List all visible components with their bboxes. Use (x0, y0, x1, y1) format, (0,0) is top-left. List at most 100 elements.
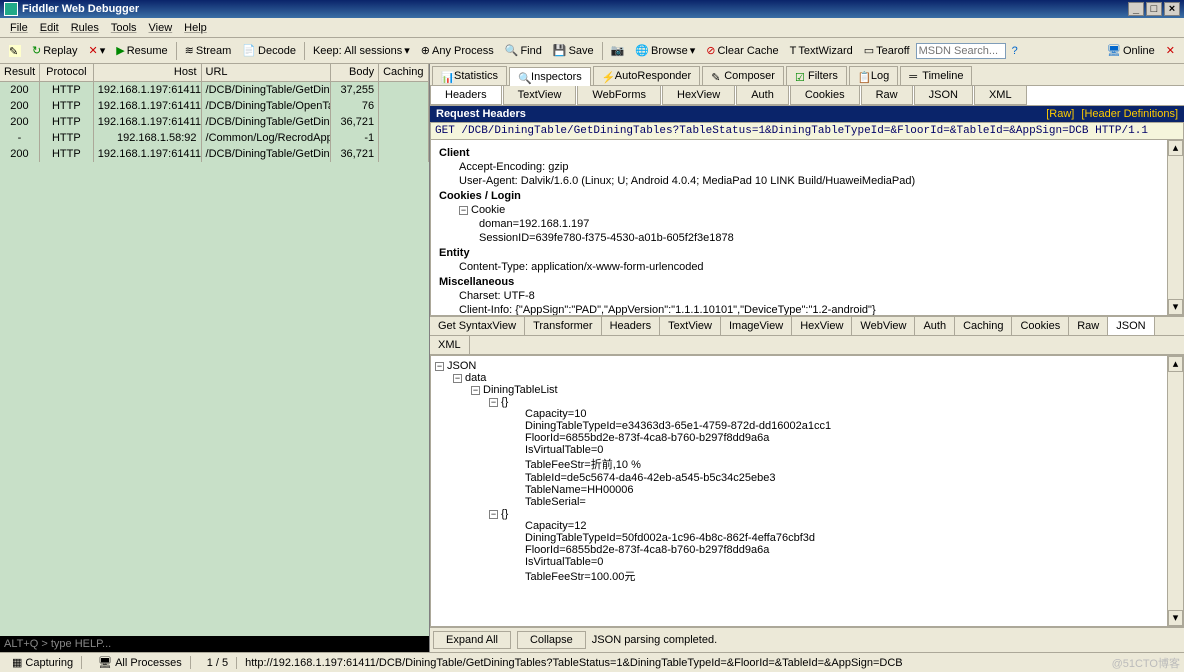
browse-button[interactable]: 🌐Browse ▾ (630, 41, 700, 60)
session-row[interactable]: 200HTTP192.168.1.197:61411/DCB/DiningTab… (0, 146, 429, 162)
col-host[interactable]: Host (94, 64, 202, 81)
session-row[interactable]: 200HTTP192.168.1.197:61411/DCB/DiningTab… (0, 114, 429, 130)
expand-all-button[interactable]: Expand All (433, 631, 511, 649)
comment-button[interactable]: ✎ (4, 42, 26, 60)
reqtab-auth[interactable]: Auth (736, 86, 789, 105)
json-leaf[interactable]: FloorId=6855bd2e-873f-4ca8-b760-b297f8dd… (435, 544, 1179, 556)
resptab-hexview[interactable]: HexView (792, 317, 852, 335)
collapse-button[interactable]: Collapse (517, 631, 586, 649)
save-button[interactable]: 💾Save (548, 41, 599, 60)
decode-button[interactable]: 📄Decode (237, 41, 301, 60)
menu-file[interactable]: File (4, 20, 34, 36)
resptab-headers[interactable]: Headers (602, 317, 661, 335)
col-protocol[interactable]: Protocol (40, 64, 94, 81)
screenshot-button[interactable]: 📷 (606, 41, 630, 60)
scroll-down-icon[interactable]: ▾ (1168, 610, 1183, 626)
scroll-up-icon[interactable]: ▴ (1168, 140, 1183, 156)
reqtab-cookies[interactable]: Cookies (790, 86, 860, 105)
json-list[interactable]: −DiningTableList (435, 384, 1179, 396)
resptab-syntax[interactable]: Get SyntaxView (430, 317, 525, 335)
col-body[interactable]: Body (331, 64, 379, 81)
session-row[interactable]: 200HTTP192.168.1.197:61411/DCB/DiningTab… (0, 82, 429, 98)
header-accept[interactable]: Accept-Encoding: gzip (439, 161, 1175, 173)
online-indicator[interactable]: 🖥Online (1102, 41, 1160, 60)
resptab-webview[interactable]: WebView (852, 317, 915, 335)
header-cookie[interactable]: −Cookie (439, 204, 1175, 216)
json-leaf[interactable]: TableFeeStr=100.00元 (435, 568, 1179, 584)
scrollbar[interactable]: ▴▾ (1167, 356, 1183, 626)
capturing-indicator[interactable]: ▦Capturing (4, 656, 82, 669)
resptab-cookies[interactable]: Cookies (1012, 317, 1069, 335)
maximize-button[interactable]: □ (1146, 2, 1162, 16)
tearoff-button[interactable]: ▭Tearoff (859, 41, 915, 60)
json-leaf[interactable]: DiningTableTypeId=e34363d3-65e1-4759-872… (435, 420, 1179, 432)
stream-button[interactable]: ≋Stream (180, 41, 237, 60)
reqtab-raw[interactable]: Raw (861, 86, 913, 105)
json-leaf[interactable]: TableId=de5c5674-da46-42eb-a545-b5c34c25… (435, 472, 1179, 484)
col-url[interactable]: URL (202, 64, 332, 81)
resptab-xml[interactable]: XML (430, 336, 470, 354)
tab-filters[interactable]: ☑Filters (786, 66, 847, 85)
resptab-raw[interactable]: Raw (1069, 317, 1108, 335)
expand-icon[interactable]: − (489, 510, 498, 519)
help-button[interactable]: ? (1007, 42, 1023, 60)
tab-autoresponder[interactable]: ⚡AutoResponder (593, 66, 700, 85)
process-filter[interactable]: 🖥All Processes (90, 656, 191, 669)
resume-button[interactable]: ▶Resume (111, 41, 172, 60)
json-leaf[interactable]: TableName=HH00006 (435, 484, 1179, 496)
json-tree[interactable]: −JSON −data −DiningTableList −{} Capacit… (430, 355, 1184, 627)
resptab-caching[interactable]: Caching (955, 317, 1012, 335)
header-tree[interactable]: Client Accept-Encoding: gzip User-Agent:… (430, 140, 1184, 316)
col-result[interactable]: Result (0, 64, 40, 81)
scroll-down-icon[interactable]: ▾ (1168, 299, 1183, 315)
reqtab-headers[interactable]: Headers (430, 86, 502, 105)
json-item[interactable]: −{} (435, 508, 1179, 520)
reqtab-textview[interactable]: TextView (503, 86, 577, 105)
json-leaf[interactable]: TableSerial= (435, 496, 1179, 508)
replay-button[interactable]: ↻Replay (27, 41, 82, 60)
close-toolbar-button[interactable]: ✕ (1161, 41, 1180, 60)
json-item[interactable]: −{} (435, 396, 1179, 408)
textwizard-button[interactable]: TTextWizard (785, 42, 858, 60)
quickexec-hint[interactable]: ALT+Q > type HELP... (0, 636, 429, 652)
json-leaf[interactable]: IsVirtualTable=0 (435, 556, 1179, 568)
header-ctype[interactable]: Content-Type: application/x-www-form-url… (439, 261, 1175, 273)
resptab-transformer[interactable]: Transformer (525, 317, 602, 335)
raw-link[interactable]: [Raw] (1046, 108, 1074, 120)
expand-icon[interactable]: − (435, 362, 444, 371)
json-leaf[interactable]: TableFeeStr=折前,10 % (435, 456, 1179, 472)
expand-icon[interactable]: − (471, 386, 480, 395)
resptab-textview[interactable]: TextView (660, 317, 721, 335)
any-process-button[interactable]: ⊕Any Process (416, 41, 499, 60)
reqtab-xml[interactable]: XML (974, 86, 1027, 105)
remove-button[interactable]: ✕▾ (83, 41, 110, 60)
search-input[interactable] (916, 43, 1006, 59)
scrollbar[interactable]: ▴▾ (1167, 140, 1183, 315)
tab-log[interactable]: 📋Log (849, 66, 898, 85)
expand-icon[interactable]: − (459, 206, 468, 215)
close-button[interactable]: × (1164, 2, 1180, 16)
menu-rules[interactable]: Rules (65, 20, 105, 36)
json-leaf[interactable]: IsVirtualTable=0 (435, 444, 1179, 456)
json-leaf[interactable]: DiningTableTypeId=50fd002a-1c96-4b8c-862… (435, 532, 1179, 544)
session-row[interactable]: -HTTP192.168.1.58:92/Common/Log/RecrodAp… (0, 130, 429, 146)
menu-help[interactable]: Help (178, 20, 213, 36)
tab-composer[interactable]: ✎Composer (702, 66, 784, 85)
header-charset[interactable]: Charset: UTF-8 (439, 290, 1175, 302)
resptab-imageview[interactable]: ImageView (721, 317, 792, 335)
session-row[interactable]: 200HTTP192.168.1.197:61411/DCB/DiningTab… (0, 98, 429, 114)
json-root[interactable]: −JSON (435, 360, 1179, 372)
json-data[interactable]: −data (435, 372, 1179, 384)
menu-edit[interactable]: Edit (34, 20, 65, 36)
cookie-doman[interactable]: doman=192.168.1.197 (439, 218, 1175, 230)
reqtab-json[interactable]: JSON (914, 86, 973, 105)
reqtab-webforms[interactable]: WebForms (577, 86, 661, 105)
menu-tools[interactable]: Tools (105, 20, 143, 36)
json-leaf[interactable]: FloorId=6855bd2e-873f-4ca8-b760-b297f8dd… (435, 432, 1179, 444)
clear-cache-button[interactable]: ⊘Clear Cache (701, 41, 783, 60)
header-ua[interactable]: User-Agent: Dalvik/1.6.0 (Linux; U; Andr… (439, 175, 1175, 187)
keep-dropdown[interactable]: Keep: All sessions ▾ (308, 41, 415, 60)
resptab-json[interactable]: JSON (1108, 317, 1154, 335)
json-leaf[interactable]: Capacity=12 (435, 520, 1179, 532)
menu-view[interactable]: View (143, 20, 179, 36)
